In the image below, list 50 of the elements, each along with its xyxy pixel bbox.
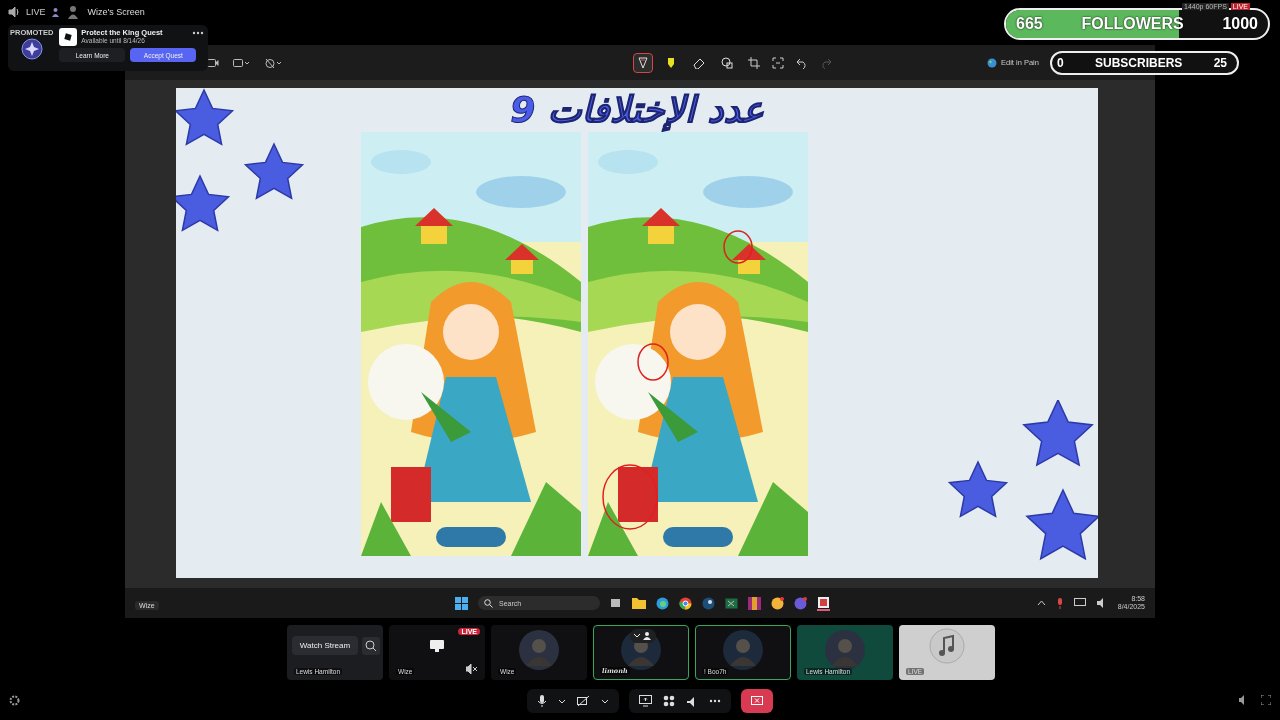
task-view-icon[interactable] xyxy=(610,597,622,609)
followers-count: 665 xyxy=(1016,15,1043,33)
shapes-icon xyxy=(721,56,733,69)
puzzle-title: عدد الإختلافات 9 xyxy=(510,88,764,132)
search-icon xyxy=(484,598,493,608)
more-icon[interactable] xyxy=(192,31,204,35)
avatar xyxy=(825,630,865,670)
activities-icon[interactable] xyxy=(663,695,675,707)
highlighter-icon xyxy=(666,56,676,69)
fullscreen-icon[interactable] xyxy=(1261,695,1271,705)
share-screen-icon[interactable] xyxy=(639,695,652,707)
eraser-icon xyxy=(693,56,705,69)
windows-start-icon[interactable] xyxy=(455,596,468,610)
caret-icon[interactable] xyxy=(601,698,609,704)
subscribers-goal: 25 xyxy=(1213,56,1227,70)
pen-icon xyxy=(638,56,648,69)
undo-icon[interactable] xyxy=(796,56,808,69)
speaker-icon xyxy=(8,6,20,18)
game-icon xyxy=(59,28,78,46)
avatar xyxy=(519,630,559,670)
caret-icon[interactable] xyxy=(558,698,566,704)
subscribers-label: SUBSCRIBERS xyxy=(1095,56,1183,70)
followers-goal: 1000 xyxy=(1222,15,1258,33)
ink-circle xyxy=(722,230,753,264)
timer-off-icon[interactable] xyxy=(265,57,283,68)
live-label: LIVE xyxy=(26,7,46,17)
avatar xyxy=(723,630,763,670)
viewers-icon xyxy=(51,7,62,17)
subscribers-count: 0 xyxy=(1057,56,1064,70)
microphone-icon[interactable] xyxy=(537,695,547,707)
music-note-icon xyxy=(929,628,965,664)
screen-title: Wize's Screen xyxy=(87,7,145,17)
pen-tool[interactable] xyxy=(634,53,652,72)
rectangle-mode-icon[interactable] xyxy=(233,57,251,68)
camera-off-icon[interactable] xyxy=(577,695,590,707)
crop-icon[interactable] xyxy=(748,56,760,69)
muted-speaker-icon xyxy=(466,664,478,674)
monitor-icon xyxy=(430,640,444,652)
folder-icon[interactable] xyxy=(632,597,646,609)
user-icon xyxy=(67,5,78,19)
leave-call-button[interactable] xyxy=(741,689,773,713)
more-icon[interactable] xyxy=(709,699,721,703)
chevron-up-icon[interactable] xyxy=(1036,600,1046,606)
screen-x-icon xyxy=(751,696,763,706)
participants-dropdown-icon[interactable] xyxy=(630,629,656,643)
ink-circle xyxy=(601,464,658,530)
video-icon[interactable] xyxy=(207,57,219,68)
settings-icon[interactable] xyxy=(9,695,20,706)
watch-stream-button[interactable]: Watch Stream xyxy=(292,636,358,655)
ink-circle xyxy=(636,343,669,381)
